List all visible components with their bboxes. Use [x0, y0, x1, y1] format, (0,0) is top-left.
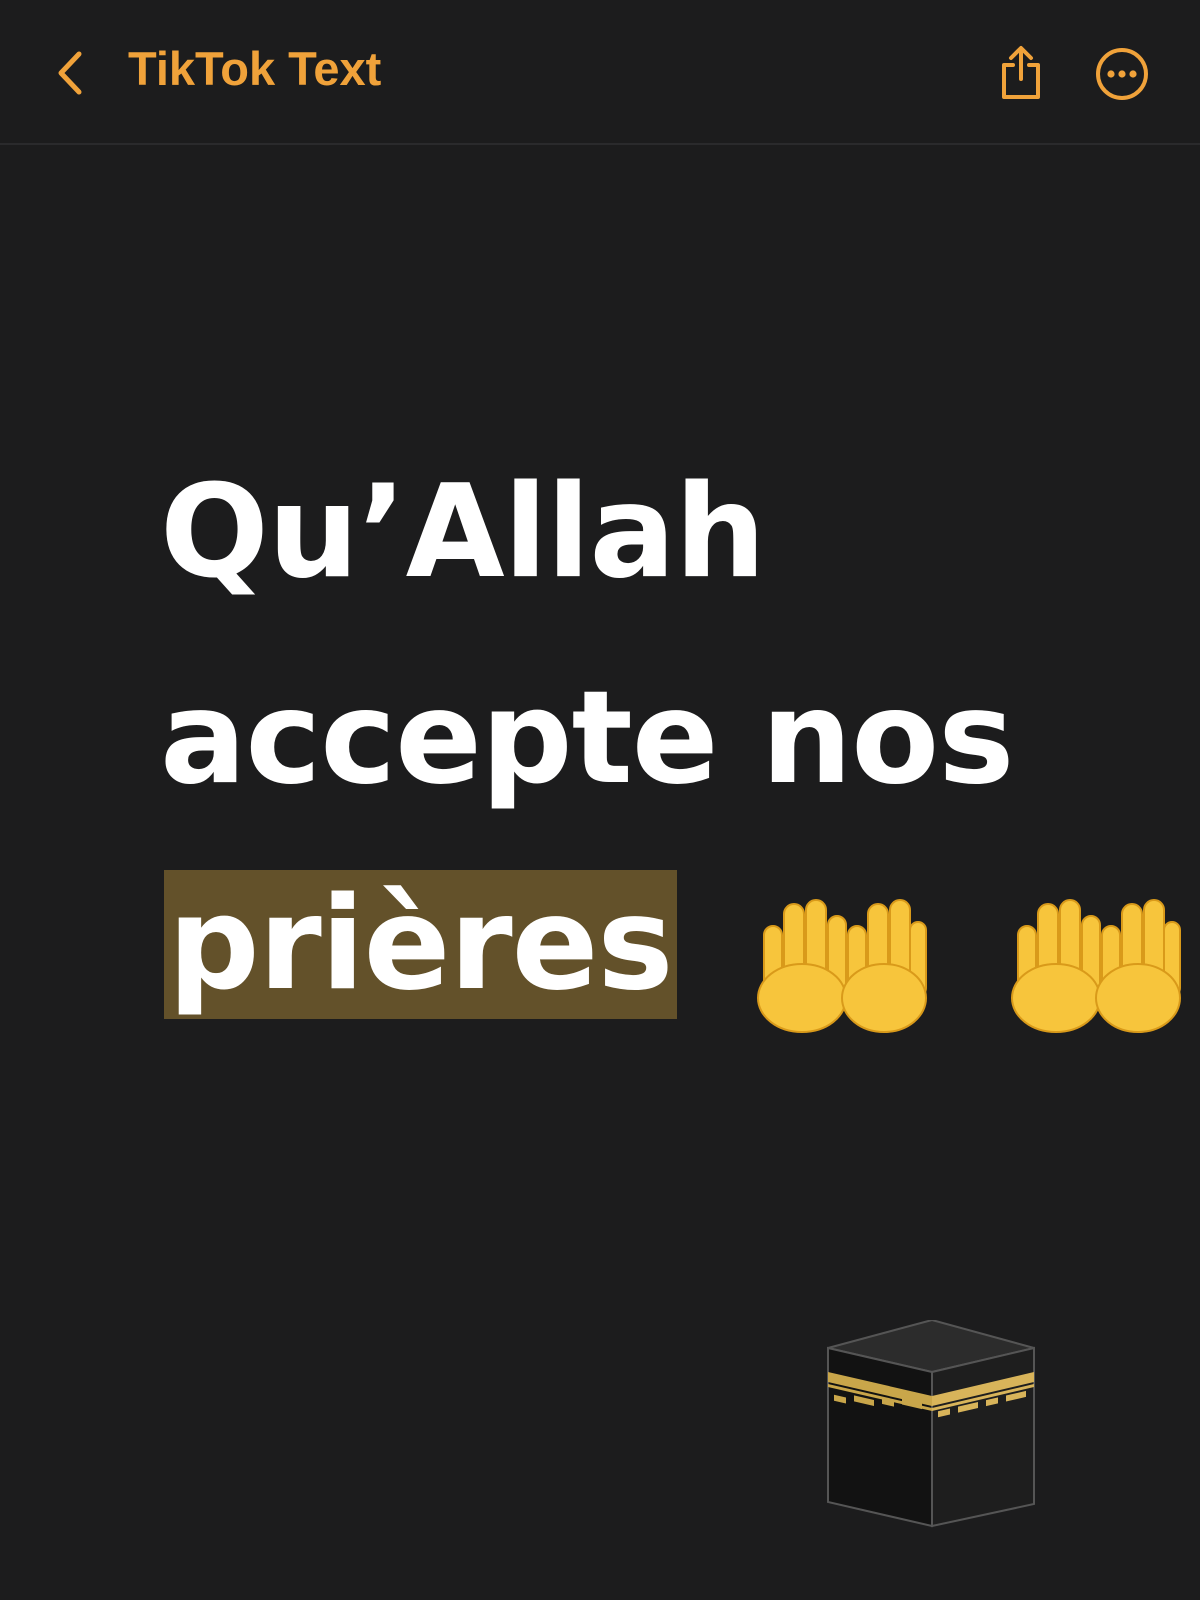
palms-up-together-icon: [1010, 898, 1181, 1033]
ellipsis-circle-icon: [1096, 48, 1148, 100]
chevron-left-icon: [58, 51, 82, 95]
navigation-bar: TikTok Text: [0, 0, 1200, 145]
note-body[interactable]: Qu’Allah accepte nos prières: [160, 430, 1181, 1056]
share-button[interactable]: [990, 38, 1052, 108]
back-button[interactable]: [40, 38, 100, 108]
note-line-1: Qu’Allah: [160, 458, 766, 607]
emoji-group: [750, 850, 1184, 1056]
more-options-button[interactable]: [1090, 42, 1154, 106]
page-title[interactable]: TikTok Text: [128, 38, 381, 100]
note-line-3: prières: [160, 842, 1181, 1056]
note-line-2: accepte nos: [160, 664, 1014, 813]
share-icon: [1002, 46, 1040, 99]
kaaba-icon: [827, 1320, 1035, 1528]
palms-up-together-icon: [757, 898, 928, 1033]
selected-text-highlight[interactable]: prières: [164, 870, 677, 1019]
